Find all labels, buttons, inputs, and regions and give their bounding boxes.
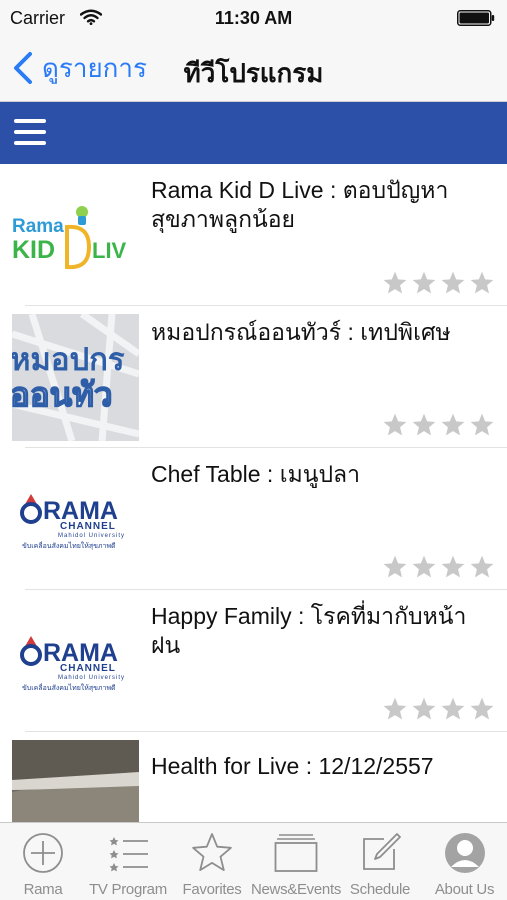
program-list: Rama KID LIV Rama Kid D Live : ตอบปัญหาส…	[0, 164, 507, 822]
svg-text:Rama: Rama	[12, 216, 64, 237]
star-icon	[412, 697, 436, 720]
tab-label: About Us	[434, 881, 495, 898]
rama-kid-d-live-thumbnail: Rama KID LIV	[12, 172, 139, 299]
tab-schedule[interactable]: Schedule	[338, 823, 422, 900]
star-icon	[470, 555, 494, 578]
star-icon	[412, 271, 436, 294]
person-icon	[444, 833, 485, 873]
tab-bar: Rama TV Program Favorites News&Events Sc…	[0, 822, 507, 900]
health-for-live-photo	[12, 740, 139, 822]
svg-text:หมอปกร: หมอปกร	[12, 342, 125, 378]
svg-text:CHANNEL: CHANNEL	[60, 663, 116, 674]
folder-icon	[274, 834, 318, 872]
tab-rama[interactable]: Rama	[0, 823, 86, 900]
star-icon	[441, 271, 465, 294]
back-button-label: ดูรายการ	[42, 52, 147, 83]
compose-icon	[363, 833, 401, 870]
rama-channel-logo: RAMA CHANNEL Mahidol University ขับเคลื่…	[12, 598, 139, 725]
rama-kid-d-live-logo: Rama KID LIV	[12, 172, 139, 299]
star-icon	[441, 413, 465, 436]
svg-text:KID: KID	[12, 236, 55, 264]
star-icon	[192, 833, 232, 871]
star-icon	[470, 697, 494, 720]
tab-favorites[interactable]: Favorites	[170, 823, 254, 900]
star-icon	[383, 697, 407, 720]
svg-text:CHANNEL: CHANNEL	[60, 521, 116, 532]
hamburger-menu-icon[interactable]	[12, 115, 48, 151]
svg-text:ขับเคลื่อนสังคมไทยให้สุขภาพดี: ขับเคลื่อนสังคมไทยให้สุขภาพดี	[22, 541, 116, 550]
star-icon	[470, 271, 494, 294]
tab-about-us[interactable]: About Us	[422, 823, 507, 900]
tab-label: News&Events	[250, 881, 342, 898]
svg-text:LIV: LIV	[92, 238, 127, 263]
status-bar: Carrier 11:30 AM	[0, 0, 507, 36]
tab-label: Rama	[23, 881, 63, 898]
list-item[interactable]: RAMA CHANNEL Mahidol University ขับเคลื่…	[0, 448, 507, 590]
mor-pakorn-on-tour-thumbnail: หมอปกร ออนทัว	[12, 314, 139, 441]
program-title: Chef Table : เมนูปลา	[151, 461, 361, 487]
plus-circle-icon	[23, 833, 63, 873]
battery-icon	[457, 10, 495, 26]
star-rating	[382, 412, 495, 438]
star-icon	[470, 413, 494, 436]
back-button[interactable]: ดูรายการ	[12, 50, 147, 86]
page-title: ทีวีโปรแกรม	[183, 58, 324, 88]
list-item[interactable]: Health for Live : 12/12/2557	[0, 732, 507, 822]
chevron-left-icon	[14, 52, 32, 84]
program-title: หมอปกรณ์ออนทัวร์ : เทปพิเศษ	[151, 319, 451, 345]
tab-tv-program[interactable]: TV Program	[86, 823, 170, 900]
svg-text:ออนทัว: ออนทัว	[12, 375, 112, 414]
list-icon	[109, 837, 148, 872]
star-rating	[382, 270, 495, 296]
tab-news-events[interactable]: News&Events	[250, 823, 342, 900]
health-for-live-thumbnail	[12, 740, 139, 822]
star-rating	[382, 554, 495, 580]
star-icon	[441, 697, 465, 720]
star-icon	[412, 555, 436, 578]
status-time: 11:30 AM	[214, 8, 293, 28]
star-icon	[383, 271, 407, 294]
svg-text:ขับเคลื่อนสังคมไทยให้สุขภาพดี: ขับเคลื่อนสังคมไทยให้สุขภาพดี	[22, 683, 116, 692]
menu-bar	[0, 102, 507, 164]
tab-label: Favorites	[182, 881, 242, 898]
tab-label: Schedule	[349, 881, 411, 898]
star-rating	[382, 696, 495, 722]
navigation-bar: ดูรายการ ทีวีโปรแกรม	[0, 36, 507, 102]
star-icon	[383, 555, 407, 578]
program-title: Rama Kid D Live : ตอบปัญหาสุขภาพลูกน้อย	[151, 177, 449, 232]
rama-channel-thumbnail: RAMA CHANNEL Mahidol University ขับเคลื่…	[12, 598, 139, 725]
program-title: Health for Live : 12/12/2557	[151, 753, 434, 779]
svg-text:Mahidol University: Mahidol University	[58, 533, 125, 539]
star-icon	[441, 555, 465, 578]
program-title: Happy Family : โรคที่มากับหน้าฝน	[151, 603, 467, 658]
svg-text:Mahidol University: Mahidol University	[58, 675, 125, 681]
star-icon	[412, 413, 436, 436]
rama-channel-thumbnail: RAMA CHANNEL Mahidol University ขับเคลื่…	[12, 456, 139, 583]
tab-label: TV Program	[89, 881, 167, 898]
list-item[interactable]: หมอปกร ออนทัว หมอปกรณ์ออนทัวร์ : เทปพิเศ…	[0, 306, 507, 448]
list-item[interactable]: Rama KID LIV Rama Kid D Live : ตอบปัญหาส…	[0, 164, 507, 306]
list-item[interactable]: RAMA CHANNEL Mahidol University ขับเคลื่…	[0, 590, 507, 732]
rama-channel-logo: RAMA CHANNEL Mahidol University ขับเคลื่…	[12, 456, 139, 583]
star-icon	[383, 413, 407, 436]
mor-pakorn-on-tour-banner: หมอปกร ออนทัว	[12, 314, 139, 441]
